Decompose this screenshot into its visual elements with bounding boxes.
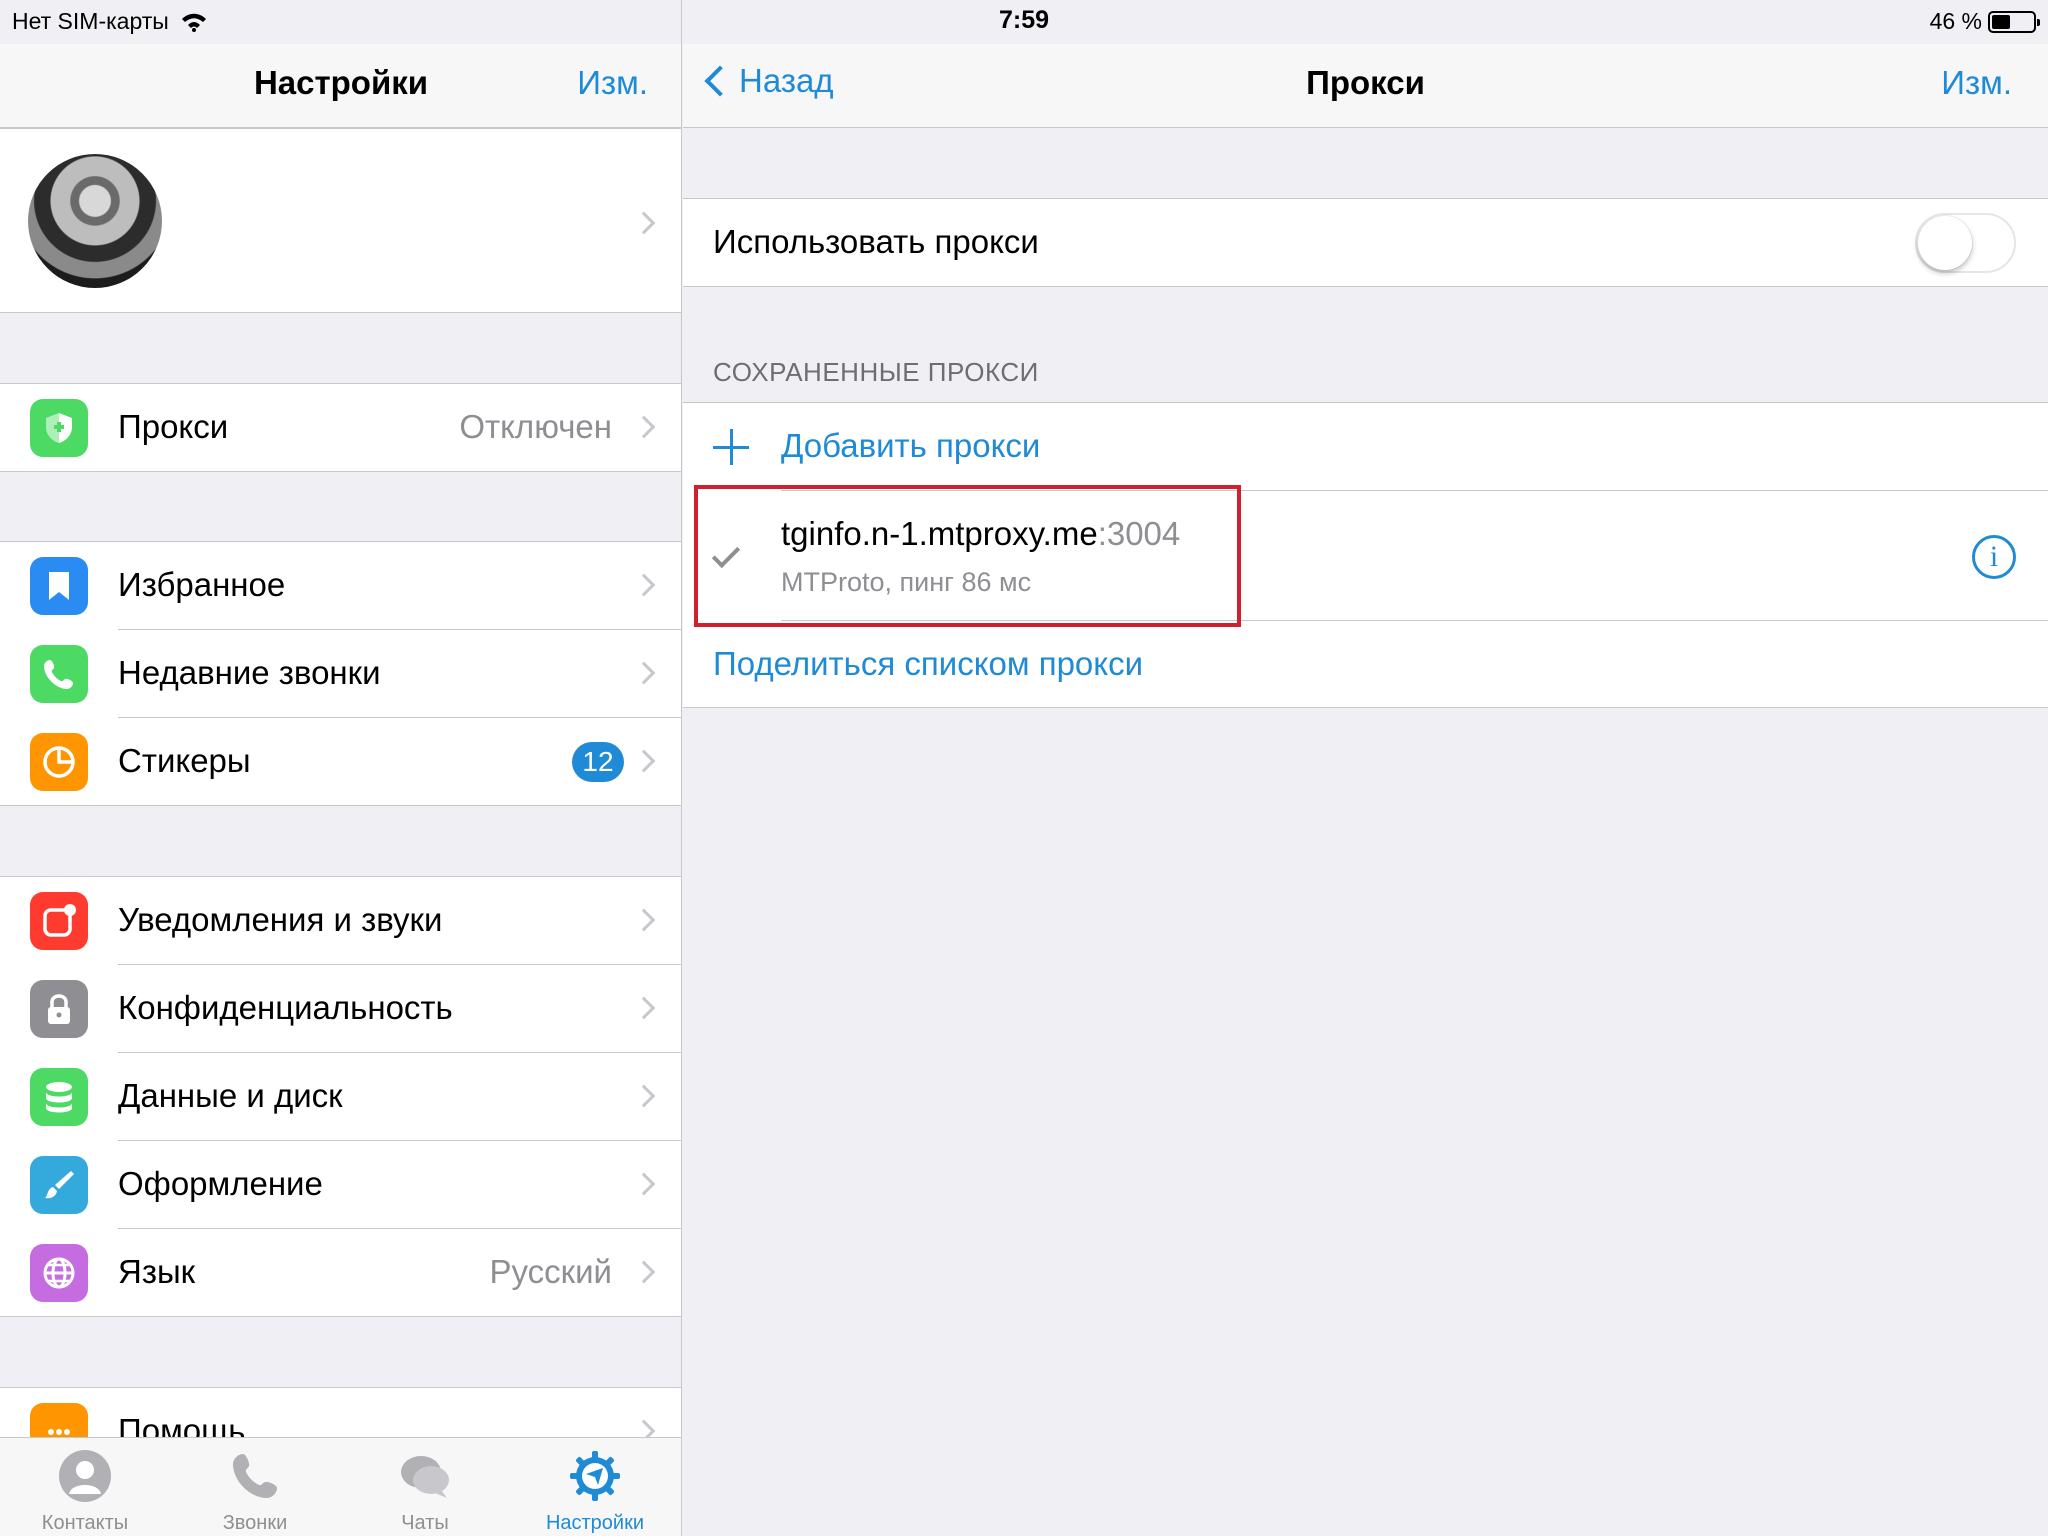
add-proxy-label: Добавить прокси — [781, 427, 1041, 464]
highlight-frame — [694, 485, 1241, 627]
sidebar-item-notifications[interactable]: Уведомления и звуки — [0, 877, 681, 965]
share-proxy-list-button[interactable]: Поделиться списком прокси — [683, 621, 2048, 709]
tab-label: Настройки — [545, 1512, 645, 1534]
phone-icon — [30, 645, 88, 703]
globe-icon — [30, 1244, 88, 1302]
proxy-status-value: Отключен — [459, 408, 612, 445]
use-proxy-toggle[interactable] — [1915, 213, 2016, 273]
tab-bar: Контакты Звонки Чаты Настройки — [0, 1437, 681, 1536]
proxy-panel: Назад Прокси Изм. Использовать прокси СО… — [683, 0, 2048, 1536]
stickers-count-badge: 12 — [572, 742, 624, 782]
battery-fill — [1992, 14, 2010, 29]
sidebar-item-label: Избранное — [118, 566, 286, 603]
sidebar-item-stickers[interactable]: Стикеры 12 — [0, 718, 681, 806]
sidebar-item-privacy[interactable]: Конфиденциальность — [0, 965, 681, 1053]
chevron-right-icon — [632, 1260, 656, 1284]
use-proxy-row: Использовать прокси — [683, 198, 2048, 287]
chevron-right-icon — [632, 908, 656, 932]
sidebar-item-label: Прокси — [118, 408, 229, 445]
use-proxy-label: Использовать прокси — [713, 223, 1039, 260]
chevron-right-icon — [632, 1172, 656, 1196]
notification-icon — [30, 892, 88, 950]
sidebar-item-label: Данные и диск — [118, 1077, 343, 1114]
sidebar-item-label: Конфиденциальность — [118, 989, 453, 1026]
chevron-right-icon — [632, 211, 656, 235]
sidebar-item-label: Стикеры — [118, 742, 251, 779]
settings-panel: Настройки Изм. Прокси Отключен Избранное — [0, 0, 682, 1536]
chevron-right-icon — [632, 996, 656, 1020]
proxy-nav-bar: Назад Прокси Изм. — [683, 44, 2048, 128]
avatar — [28, 154, 162, 288]
tab-label: Звонки — [222, 1512, 288, 1534]
settings-gear-icon — [570, 1451, 620, 1501]
tab-label: Чаты — [401, 1512, 449, 1534]
sidebar-item-label: Уведомления и звуки — [118, 901, 443, 938]
status-right: 46 % — [1929, 8, 2040, 35]
battery-icon — [1988, 10, 2040, 33]
contacts-icon — [59, 1450, 111, 1502]
chevron-right-icon — [632, 573, 656, 597]
sidebar-item-appearance[interactable]: Оформление — [0, 1141, 681, 1229]
sidebar-item-recent-calls[interactable]: Недавние звонки — [0, 630, 681, 718]
sidebar-item-favorites[interactable]: Избранное — [0, 542, 681, 630]
saved-proxies-group: Добавить прокси tginfo.n-1.mtproxy.me:30… — [683, 402, 2048, 708]
tab-settings[interactable]: Настройки — [510, 1448, 680, 1535]
info-icon[interactable]: i — [1972, 535, 2016, 579]
database-icon — [30, 1068, 88, 1126]
preferences-group: Уведомления и звуки Конфиденциальность Д… — [0, 876, 681, 1317]
chevron-right-icon — [632, 749, 656, 773]
shield-icon — [30, 399, 88, 457]
brush-icon — [30, 1156, 88, 1214]
settings-edit-button[interactable]: Изм. — [577, 64, 648, 102]
proxy-group: Прокси Отключен — [0, 383, 681, 472]
toggle-knob — [1918, 216, 1972, 270]
tab-chats[interactable]: Чаты — [340, 1448, 510, 1535]
sidebar-item-proxy[interactable]: Прокси Отключен — [0, 384, 681, 472]
proxy-edit-button[interactable]: Изм. — [1941, 64, 2012, 102]
share-proxy-list-label: Поделиться списком прокси — [713, 645, 1144, 682]
sidebar-item-label: Недавние звонки — [118, 654, 381, 691]
status-bar: Нет SIM-карты 7:59 46 % — [0, 0, 2048, 44]
chevron-right-icon — [632, 415, 656, 439]
lock-icon — [30, 980, 88, 1038]
tab-label: Контакты — [41, 1512, 129, 1534]
chevron-right-icon — [632, 661, 656, 685]
sticker-icon — [30, 733, 88, 791]
plus-icon — [713, 429, 749, 465]
sidebar-item-language[interactable]: Язык Русский — [0, 1229, 681, 1317]
bookmark-icon — [30, 557, 88, 615]
language-value: Русский — [489, 1253, 612, 1290]
favorites-group: Избранное Недавние звонки Стикеры 12 — [0, 541, 681, 806]
chevron-right-icon — [632, 1084, 656, 1108]
chats-icon — [401, 1456, 449, 1498]
profile-row[interactable] — [0, 128, 681, 313]
page-title: Прокси — [1306, 64, 1425, 101]
phone-icon — [233, 1454, 277, 1498]
sidebar-item-data-storage[interactable]: Данные и диск — [0, 1053, 681, 1141]
add-proxy-button[interactable]: Добавить прокси — [683, 403, 2048, 491]
sidebar-item-label: Оформление — [118, 1165, 323, 1202]
sidebar-item-label: Язык — [118, 1253, 196, 1290]
tab-calls[interactable]: Звонки — [170, 1448, 340, 1535]
settings-nav-bar: Настройки Изм. — [0, 44, 681, 128]
tab-contacts[interactable]: Контакты — [0, 1448, 170, 1535]
battery-percentage: 46 % — [1929, 8, 1982, 34]
clock: 7:59 — [998, 6, 1050, 34]
saved-proxies-header: СОХРАНЕННЫЕ ПРОКСИ — [713, 357, 1039, 387]
